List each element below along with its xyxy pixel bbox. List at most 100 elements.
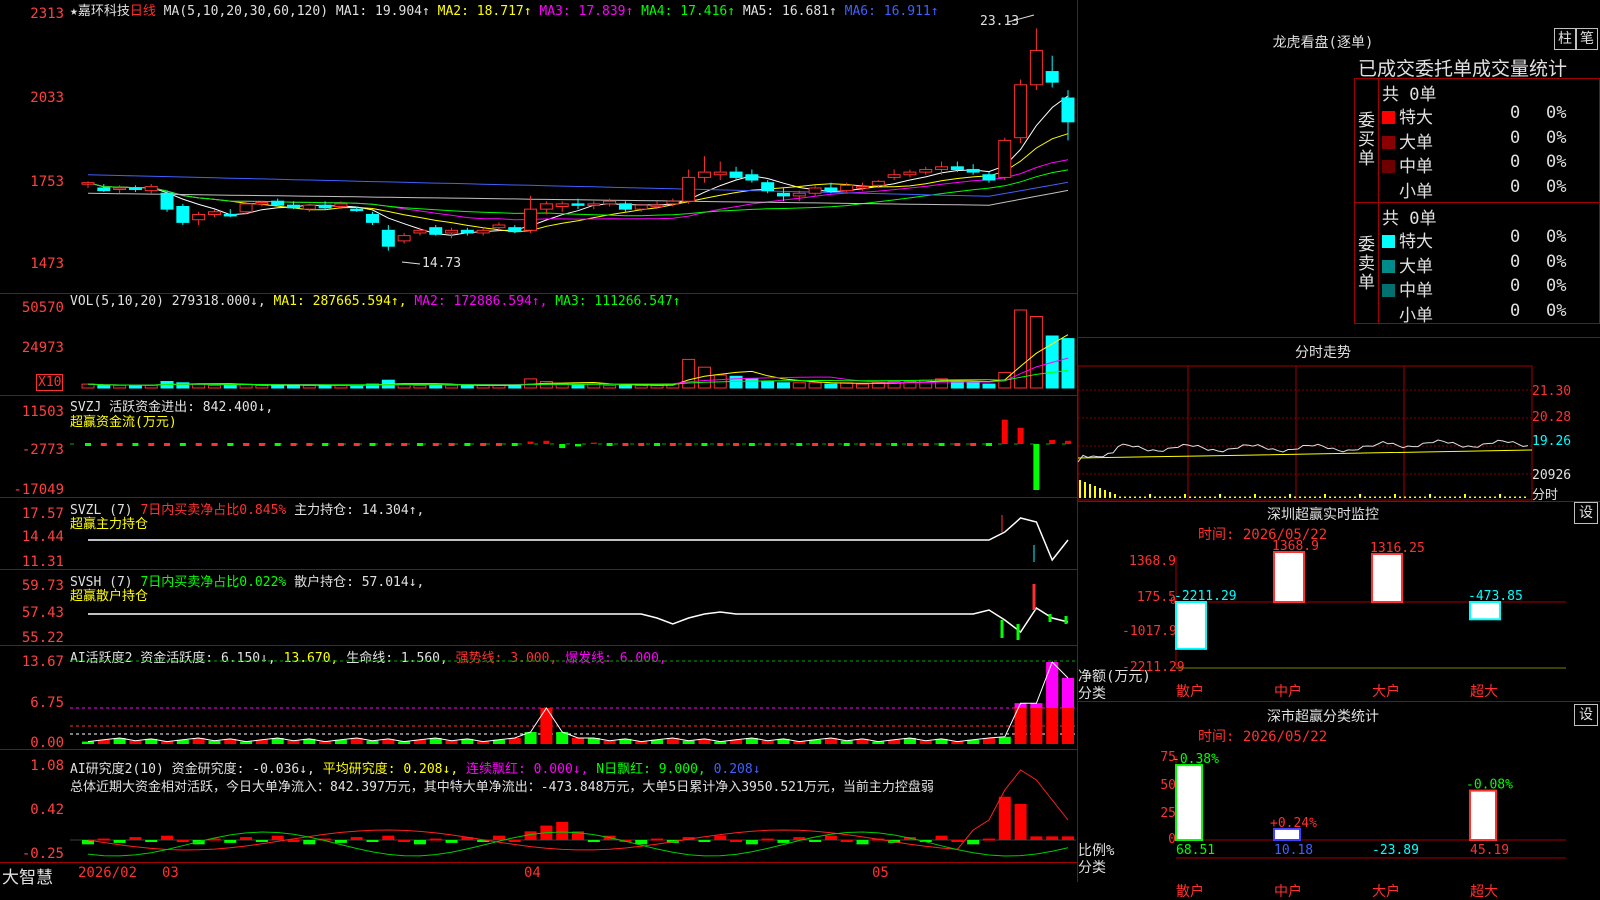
ai2-bar (97, 838, 110, 841)
sz-stats-panel[interactable]: 深市超赢分类统计 设 时间: 2026/05/22 75 50 25 0 比例%… (1078, 702, 1600, 900)
high-marker (1007, 14, 1035, 23)
ai2-bar (698, 840, 711, 842)
ai2-bar (382, 835, 395, 840)
ai2-bar (255, 840, 268, 842)
sell-pct: 0% (1546, 227, 1567, 247)
sell-label: 小单 (1399, 305, 1433, 326)
sz-stats-settings[interactable]: 设 (1574, 704, 1598, 726)
svzj-bar (764, 443, 771, 446)
sz-monitor-settings[interactable]: 设 (1574, 502, 1598, 524)
ai2-bar (1062, 836, 1074, 840)
svzj-bar (527, 441, 534, 444)
intraday-panel[interactable]: 分时走势 21.30 20.28 19.26 20926 分时 (1078, 338, 1600, 503)
svzj-bar (954, 443, 961, 446)
svzj-bar (164, 443, 171, 446)
sz-stats-tick: 25 (1160, 806, 1176, 821)
svzj-bar (575, 444, 581, 447)
volume-bar (286, 384, 300, 389)
volume-bar (745, 378, 759, 389)
ai2-bar (113, 840, 126, 843)
ai2-bar (303, 840, 316, 845)
buy-color-swatch (1382, 160, 1395, 173)
candle-body (950, 166, 964, 170)
ai2-bar (856, 840, 869, 845)
buy-value: 0 (1510, 103, 1521, 123)
buy-label: 大单 (1399, 132, 1433, 153)
svzj-bar (1065, 440, 1071, 444)
volume-bar (808, 382, 822, 389)
ai1-bar (1030, 703, 1043, 744)
ma2-line (87, 133, 1069, 233)
candle-body (840, 184, 854, 192)
svzj-bar (843, 443, 850, 446)
ai2-bar (809, 840, 822, 842)
candle-body (539, 203, 553, 210)
candle-body (856, 186, 870, 189)
svzj-bar (922, 443, 929, 446)
kline-chart[interactable] (0, 0, 1078, 882)
ai2-bar (840, 840, 853, 842)
volume-bar (302, 384, 316, 389)
sell-value: 0 (1510, 276, 1521, 296)
sz-monitor-cls: 分类 (1078, 686, 1106, 702)
tick-view-button[interactable]: 笔 (1576, 28, 1598, 50)
svzj-bar (116, 443, 123, 446)
candle-body (666, 200, 680, 205)
sell-value: 0 (1510, 227, 1521, 247)
volume-bar (223, 384, 237, 389)
candle-body (128, 187, 142, 190)
buy-label: 中单 (1399, 157, 1433, 177)
ai2-bar (129, 837, 142, 840)
volume-bar (445, 384, 459, 389)
bar-view-button[interactable]: 柱 (1554, 28, 1576, 50)
svzj-bar (353, 443, 360, 446)
sell-color-swatch (1382, 284, 1395, 297)
ai2-bar (161, 835, 174, 840)
candle-body (366, 213, 380, 223)
buy-pct: 0% (1546, 152, 1567, 172)
svzj-bar (464, 443, 471, 446)
volume-bar (113, 384, 127, 389)
volume-bar (982, 383, 996, 389)
buy-value: 0 (1510, 176, 1521, 197)
sz-stats-tick: 75 (1160, 750, 1176, 765)
intraday-vol: 20926 (1532, 468, 1572, 483)
ai2-bar (777, 840, 790, 843)
ai2-bar (445, 840, 458, 843)
buy-value: 0 (1510, 152, 1521, 172)
svzj-bar (685, 443, 692, 446)
candle-body (713, 171, 727, 176)
volume-bar (824, 383, 838, 389)
sz-stats-time: 时间: 2026/05/22 (1198, 729, 1328, 745)
svzj-bar (891, 443, 898, 446)
buy-total: 共 0单 (1382, 85, 1437, 105)
candle-body (887, 174, 901, 178)
svzj-bar (495, 443, 502, 446)
ai2-bar (730, 840, 743, 842)
candle-body (697, 171, 711, 178)
svzj-bar (827, 443, 834, 446)
candle-body (302, 204, 316, 210)
ai2-bar (1030, 836, 1043, 840)
svzj-bar (701, 443, 708, 446)
ai2-bar (287, 840, 300, 842)
svzj-bar (306, 443, 313, 446)
svzj-bar (243, 443, 250, 446)
ai2-bar (967, 840, 980, 845)
candle-body (776, 192, 790, 197)
sz-monitor-panel[interactable]: 深圳超赢实时监控 设 时间: 2026/05/22 1368.9 175.5 0… (1078, 502, 1600, 702)
svzj-bar (543, 440, 550, 444)
svzj-bar (448, 443, 455, 446)
candle-body (761, 182, 775, 192)
svzj-bar (227, 443, 234, 446)
candle-body (982, 174, 996, 181)
svsh-line (88, 606, 1069, 634)
intraday-tick: 21.30 (1532, 384, 1572, 399)
volume-bar (634, 384, 648, 389)
svzj-bar (1017, 427, 1024, 444)
volume-ma-line (87, 334, 1069, 386)
sell-row: 小单 (1382, 301, 1433, 326)
candle-body (729, 171, 743, 178)
candle-body (1029, 49, 1043, 86)
sell-row: 中单 (1382, 276, 1433, 301)
